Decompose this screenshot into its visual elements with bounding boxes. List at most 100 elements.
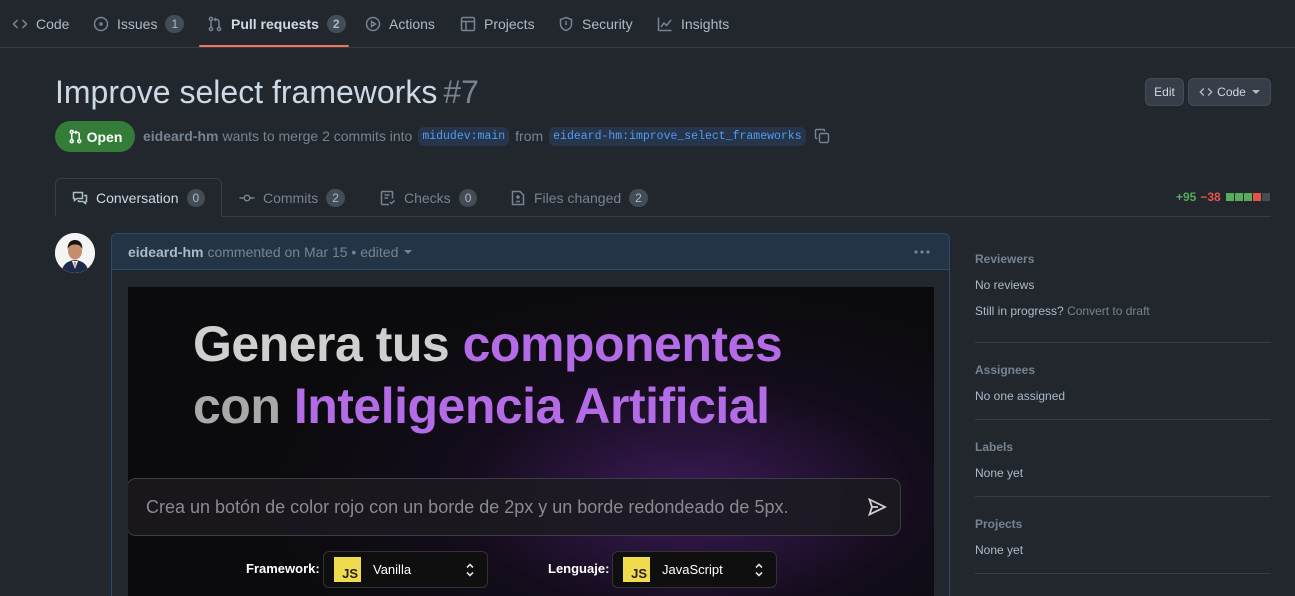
- hero-text-highlight: Inteligencia Artificial: [293, 378, 770, 434]
- nav-actions-label: Actions: [389, 16, 435, 32]
- nav-selected-underline: [199, 45, 349, 47]
- user-avatar-image: [55, 233, 95, 273]
- nav-insights-label: Insights: [681, 16, 730, 32]
- avatar[interactable]: [55, 233, 95, 273]
- sidebar-divider: [975, 573, 1271, 574]
- draft-prompt: Still in progress? Convert to draft: [975, 304, 1271, 318]
- code-button-label: Code: [1217, 85, 1246, 99]
- prompt-text: Crea un botón de color rojo con un borde…: [146, 496, 789, 517]
- tab-files-changed-count: 2: [629, 189, 648, 207]
- nav-security-label: Security: [582, 16, 633, 32]
- tab-commits[interactable]: Commits 2: [239, 186, 345, 210]
- chevron-down-icon: [1251, 90, 1260, 94]
- assignees-value: No one assigned: [975, 389, 1066, 403]
- diffstat-deletions: −38: [1200, 190, 1221, 204]
- nav-security[interactable]: Security: [558, 0, 633, 48]
- nav-issues[interactable]: Issues 1: [93, 0, 185, 48]
- pull-request-icon: [208, 16, 222, 32]
- sidebar-projects: Projects None yet: [975, 517, 1271, 557]
- language-select: JS JavaScript: [612, 551, 777, 588]
- tab-checks[interactable]: Checks 0: [380, 186, 478, 210]
- page-title: Improve select frameworks #7: [55, 74, 479, 111]
- author-link[interactable]: eideard-hm: [143, 128, 218, 144]
- prompt-input: Crea un botón de color rojo con un borde…: [128, 478, 901, 536]
- repo-nav: Code Issues 1 Pull requests 2 Actions Pr…: [0, 0, 1295, 48]
- kebab-horizontal-icon[interactable]: [913, 246, 931, 258]
- nav-actions[interactable]: Actions: [365, 0, 435, 48]
- from-text: from: [515, 128, 544, 144]
- hero-text: Genera tus: [193, 316, 450, 372]
- sidebar-divider: [975, 342, 1271, 343]
- reviewers-value: No reviews: [975, 278, 1035, 292]
- comment-header: eideard-hm commented on Mar 15 • edited: [112, 234, 949, 270]
- nav-code[interactable]: Code: [12, 0, 69, 48]
- diffstat-block: [1225, 193, 1234, 201]
- sidebar-labels: Labels None yet: [975, 440, 1271, 480]
- comment-author[interactable]: eideard-hm: [128, 244, 203, 260]
- tab-conversation-label: Conversation: [96, 190, 179, 206]
- nav-pull-requests[interactable]: Pull requests 2: [207, 0, 346, 48]
- play-icon: [365, 16, 381, 32]
- chevron-down-icon[interactable]: [404, 249, 413, 254]
- sidebar-reviewers: Reviewers No reviews Still in progress? …: [975, 252, 1271, 318]
- hero-text: con: [193, 378, 281, 434]
- hero-text-highlight: componentes: [462, 316, 783, 372]
- nav-insights[interactable]: Insights: [657, 0, 729, 48]
- javascript-logo-icon: JS: [623, 557, 650, 582]
- nav-issues-label: Issues: [117, 16, 158, 32]
- code-icon: [1199, 88, 1213, 96]
- sidebar-divider: [975, 496, 1271, 497]
- nav-code-label: Code: [36, 16, 70, 32]
- diffstat-block: [1261, 193, 1270, 201]
- nav-projects[interactable]: Projects: [460, 0, 535, 48]
- framework-select: JS Vanilla: [323, 551, 488, 588]
- base-branch[interactable]: midudev:main: [418, 126, 510, 146]
- pr-meta: eideard-hm wants to merge 2 commits into…: [143, 124, 830, 148]
- nav-projects-label: Projects: [484, 16, 535, 32]
- chevron-up-down-icon: [466, 563, 474, 577]
- status-badge: Open: [55, 121, 135, 152]
- tabs-divider: [55, 216, 1271, 217]
- checklist-icon: [380, 190, 396, 206]
- issue-icon: [93, 16, 109, 32]
- labels-title[interactable]: Labels: [975, 440, 1271, 454]
- javascript-logo-icon: JS: [334, 557, 361, 582]
- commit-icon: [239, 194, 255, 202]
- graph-icon: [657, 17, 672, 32]
- assignees-title[interactable]: Assignees: [975, 363, 1271, 377]
- issues-counter: 1: [165, 15, 185, 33]
- edit-button[interactable]: Edit: [1145, 78, 1184, 106]
- code-button[interactable]: Code: [1188, 78, 1271, 106]
- status-label: Open: [86, 128, 123, 145]
- pull-requests-counter: 2: [326, 15, 346, 33]
- language-label: Lenguaje:: [548, 561, 610, 576]
- diffstat-additions: +95: [1176, 190, 1197, 204]
- diffstat-block: [1252, 193, 1261, 201]
- tab-conversation[interactable]: Conversation 0: [72, 186, 206, 210]
- sidebar-divider: [975, 419, 1271, 420]
- diffstat-block: [1234, 193, 1243, 201]
- tab-files-changed[interactable]: Files changed 2: [510, 186, 648, 210]
- merge-text: wants to merge 2 commits into: [222, 128, 413, 144]
- convert-to-draft-link[interactable]: Convert to draft: [1067, 304, 1150, 318]
- pull-request-icon: [69, 129, 82, 144]
- reviewers-title[interactable]: Reviewers: [975, 252, 1271, 266]
- tab-files-changed-label: Files changed: [534, 190, 622, 206]
- nav-pull-requests-label: Pull requests: [231, 16, 319, 32]
- language-value: JavaScript: [662, 562, 723, 577]
- framework-label: Framework:: [246, 561, 320, 576]
- projects-value: None yet: [975, 543, 1024, 557]
- shield-icon: [559, 16, 573, 32]
- hero-heading-line2: con Inteligencia Artificial: [193, 377, 770, 435]
- sidebar-assignees: Assignees No one assigned: [975, 363, 1271, 403]
- diffstat: +95 −38: [1176, 190, 1270, 204]
- projects-title[interactable]: Projects: [975, 517, 1271, 531]
- head-branch[interactable]: eideard-hm:improve_select_frameworks: [549, 126, 806, 146]
- comment-meta: commented on Mar 15 • edited: [207, 243, 399, 260]
- hero-heading-line1: Genera tus componentes: [193, 315, 783, 373]
- copy-icon[interactable]: [814, 128, 830, 144]
- tab-checks-count: 0: [458, 189, 478, 207]
- code-icon: [12, 19, 28, 29]
- edit-button-label: Edit: [1154, 85, 1175, 99]
- file-diff-icon: [511, 190, 525, 206]
